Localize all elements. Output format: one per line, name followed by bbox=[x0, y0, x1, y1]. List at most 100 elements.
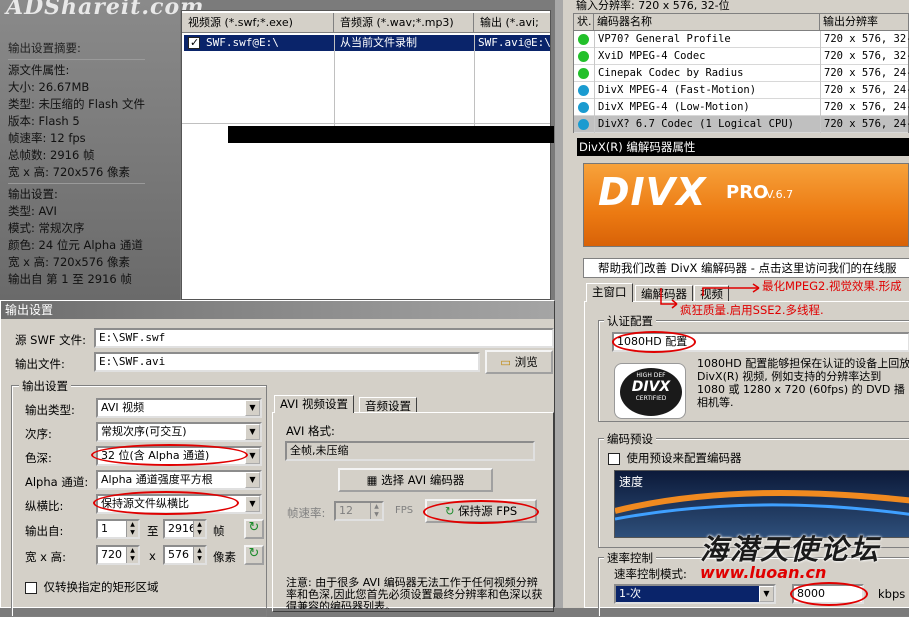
codec-name: DivX? 6.7 Codec (1 Logical CPU) bbox=[598, 118, 794, 130]
tab-audio-settings[interactable]: 音频设置 bbox=[359, 397, 417, 413]
order-select[interactable]: 常规次序(可交互) ▼ bbox=[96, 422, 262, 442]
browse-button[interactable]: ▭ 浏览 bbox=[485, 350, 553, 374]
file-row-checkbox[interactable] bbox=[188, 35, 200, 51]
chevron-down-icon[interactable]: ▼ bbox=[245, 472, 260, 488]
chevron-down-icon[interactable]: ▼ bbox=[245, 424, 260, 440]
to-frame-spinner[interactable]: 2916 ▲ ▼ bbox=[163, 519, 207, 539]
divx-certified-logo: HIGH DEF DIVX CERTIFIED bbox=[614, 363, 686, 419]
reset-range-button[interactable]: ↻ bbox=[244, 519, 264, 539]
spin-arrows-icon[interactable]: ▲ ▼ bbox=[193, 547, 205, 563]
rect-region-option[interactable]: 仅转换指定的矩形区域 bbox=[25, 579, 159, 595]
output-settings-dialog: 输出设置 源 SWF 文件: E:\SWF.swf 输出文件: E:\SWF.a… bbox=[0, 300, 555, 617]
spin-arrows-icon[interactable]: ▲ ▼ bbox=[193, 521, 205, 537]
dialog-title: 输出设置 bbox=[1, 301, 554, 319]
source-line: 宽 x 高: 720x576 像素 bbox=[8, 165, 131, 179]
source-file-label: 源 SWF 文件: bbox=[15, 333, 86, 347]
file-list[interactable]: 视频源 (*.swf;*.exe) 音频源 (*.wav;*.mp3) 输出 (… bbox=[181, 10, 551, 300]
codec-name: VP70? General Profile bbox=[598, 33, 731, 45]
chevron-down-icon[interactable]: ▼ bbox=[245, 496, 260, 512]
source-line: 版本: Flash 5 bbox=[8, 114, 80, 128]
fps-value: 12 bbox=[339, 504, 353, 517]
certification-title: 认证配置 bbox=[604, 313, 656, 329]
tab-main-window[interactable]: 主窗口 bbox=[586, 283, 633, 302]
fps-spinner[interactable]: 12 ▲ ▼ bbox=[334, 501, 384, 521]
output-line: 模式: 常规次序 bbox=[8, 221, 85, 235]
output-file-label: 输出文件: bbox=[15, 357, 65, 371]
chevron-down-icon[interactable]: ▼ bbox=[759, 586, 774, 602]
window-gap bbox=[555, 0, 563, 608]
file-list-header: 视频源 (*.swf;*.exe) 音频源 (*.wav;*.mp3) 输出 (… bbox=[182, 13, 550, 33]
from-frame-spinner[interactable]: 1 ▲ ▼ bbox=[96, 519, 140, 539]
column-output-res[interactable]: 输出分辨率 bbox=[820, 14, 909, 31]
help-improve-link[interactable]: 帮助我们改善 DivX 编解码器 - 点击这里访问我们的在线服 bbox=[583, 258, 909, 278]
output-line: 颜色: 24 位元 Alpha 通道 bbox=[8, 238, 143, 252]
source-line: 帧速率: 12 fps bbox=[8, 131, 86, 145]
spin-arrows-icon[interactable]: ▲ ▼ bbox=[126, 547, 138, 563]
codec-row[interactable]: XviD MPEG-4 Codec 720 x 576, 32- bbox=[574, 48, 909, 65]
codec-row[interactable]: DivX MPEG-4 (Fast-Motion) 720 x 576, 24- bbox=[574, 82, 909, 99]
height-spinner[interactable]: 576 ▲ ▼ bbox=[163, 545, 207, 565]
fps-label: 帧速率: bbox=[287, 506, 326, 520]
source-line: 类型: 未压缩的 Flash 文件 bbox=[8, 97, 145, 111]
select-encoder-button[interactable]: ▦ 选择 AVI 编码器 bbox=[338, 468, 493, 492]
spin-arrows-icon[interactable]: ▲ ▼ bbox=[370, 503, 382, 519]
grid-line bbox=[594, 116, 595, 133]
codec-list[interactable]: 状. 编码器名称 输出分辨率 VP70? General Profile 720 … bbox=[573, 13, 909, 133]
encoder-note: 注意: 由于很多 AVI 编码器无法工作于任何视频分辨率和色深,因此您首先必须设… bbox=[286, 577, 543, 609]
use-preset-checkbox[interactable] bbox=[608, 453, 620, 465]
folder-icon: ▭ bbox=[500, 355, 512, 369]
column-audio-source[interactable]: 音频源 (*.wav;*.mp3) bbox=[334, 13, 474, 33]
codec-row[interactable]: DivX MPEG-4 (Low-Motion) 720 x 576, 24- bbox=[574, 99, 909, 116]
status-dot-icon bbox=[578, 51, 589, 62]
codec-resolution: 720 x 576, 24- bbox=[824, 118, 909, 130]
output-type-select[interactable]: AVI 视频 ▼ bbox=[96, 398, 262, 418]
codec-row[interactable]: VP70? General Profile 720 x 576, 32- bbox=[574, 31, 909, 48]
column-output[interactable]: 输出 (*.avi; bbox=[474, 13, 552, 33]
chevron-down-icon[interactable]: ▼ bbox=[245, 400, 260, 416]
column-status[interactable]: 状. bbox=[574, 14, 594, 31]
rate-mode-label: 速率控制模式: bbox=[614, 567, 687, 581]
spin-arrows-icon[interactable]: ▲ ▼ bbox=[126, 521, 138, 537]
rate-mode-value: 1-次 bbox=[619, 587, 641, 600]
rect-region-checkbox[interactable] bbox=[25, 582, 37, 594]
annotation-text: 最化MPEG2.视觉效果.形成 bbox=[762, 279, 902, 293]
codec-row[interactable]: Cinepak Codec by Radius 720 x 576, 24- bbox=[574, 65, 909, 82]
grid-line bbox=[820, 82, 821, 99]
select-encoder-label: 选择 AVI 编码器 bbox=[381, 473, 465, 487]
input-resolution: 输入分辨率: 720 x 576, 32-位 bbox=[576, 0, 730, 12]
output-from-label: 输出自: bbox=[25, 524, 64, 538]
codec-row[interactable]: DivX? 6.7 Codec (1 Logical CPU) 720 x 576… bbox=[574, 116, 909, 133]
file-row[interactable]: SWF.swf@E:\ 从当前文件录制 SWF.avi@E:\ bbox=[184, 35, 551, 51]
divx-properties-title: DivX(R) 编解码器属性 bbox=[577, 138, 909, 156]
output-line: 类型: AVI bbox=[8, 204, 57, 218]
rate-mode-select[interactable]: 1-次 ▼ bbox=[614, 584, 776, 604]
width-spinner[interactable]: 720 ▲ ▼ bbox=[96, 545, 140, 565]
output-type-label: 输出类型: bbox=[25, 403, 75, 417]
annotation-circle bbox=[790, 582, 868, 606]
times-label: x bbox=[149, 549, 156, 563]
bitrate-unit: kbps bbox=[878, 587, 906, 601]
status-dot-icon bbox=[578, 119, 589, 130]
source-file-field[interactable]: E:\SWF.swf bbox=[94, 328, 554, 348]
divx-version: V.6.7 bbox=[766, 188, 794, 201]
tab-avi-settings[interactable]: AVI 视频设置 bbox=[274, 395, 355, 413]
audio-source-cell: 从当前文件录制 bbox=[340, 36, 417, 49]
column-video-source[interactable]: 视频源 (*.swf;*.exe) bbox=[182, 13, 334, 33]
column-codec-name[interactable]: 编码器名称 bbox=[594, 14, 820, 31]
video-source-cell: SWF.swf@E:\ bbox=[206, 36, 279, 49]
cert-bottom-text: CERTIFIED bbox=[635, 395, 667, 402]
forum-watermark: 海潜天使论坛 bbox=[700, 533, 881, 566]
width-value: 720 bbox=[101, 548, 122, 561]
output-cell: SWF.avi@E:\ bbox=[478, 36, 551, 49]
output-line: 输出自 第 1 至 2916 帧 bbox=[8, 272, 132, 286]
status-dot-icon bbox=[578, 34, 589, 45]
encoding-preset-title: 编码预设 bbox=[604, 431, 656, 447]
codec-name: XviD MPEG-4 Codec bbox=[598, 50, 706, 62]
alpha-channel-select[interactable]: Alpha 通道强度平方根 ▼ bbox=[96, 470, 262, 490]
status-dot-icon bbox=[578, 102, 589, 113]
use-preset-option[interactable]: 使用预设来配置编码器 bbox=[608, 450, 742, 466]
encoder-icon: ▦ bbox=[366, 473, 378, 487]
grid-line bbox=[474, 35, 475, 131]
reset-size-button[interactable]: ↻ bbox=[244, 545, 264, 565]
output-file-field[interactable]: E:\SWF.avi bbox=[94, 352, 480, 372]
